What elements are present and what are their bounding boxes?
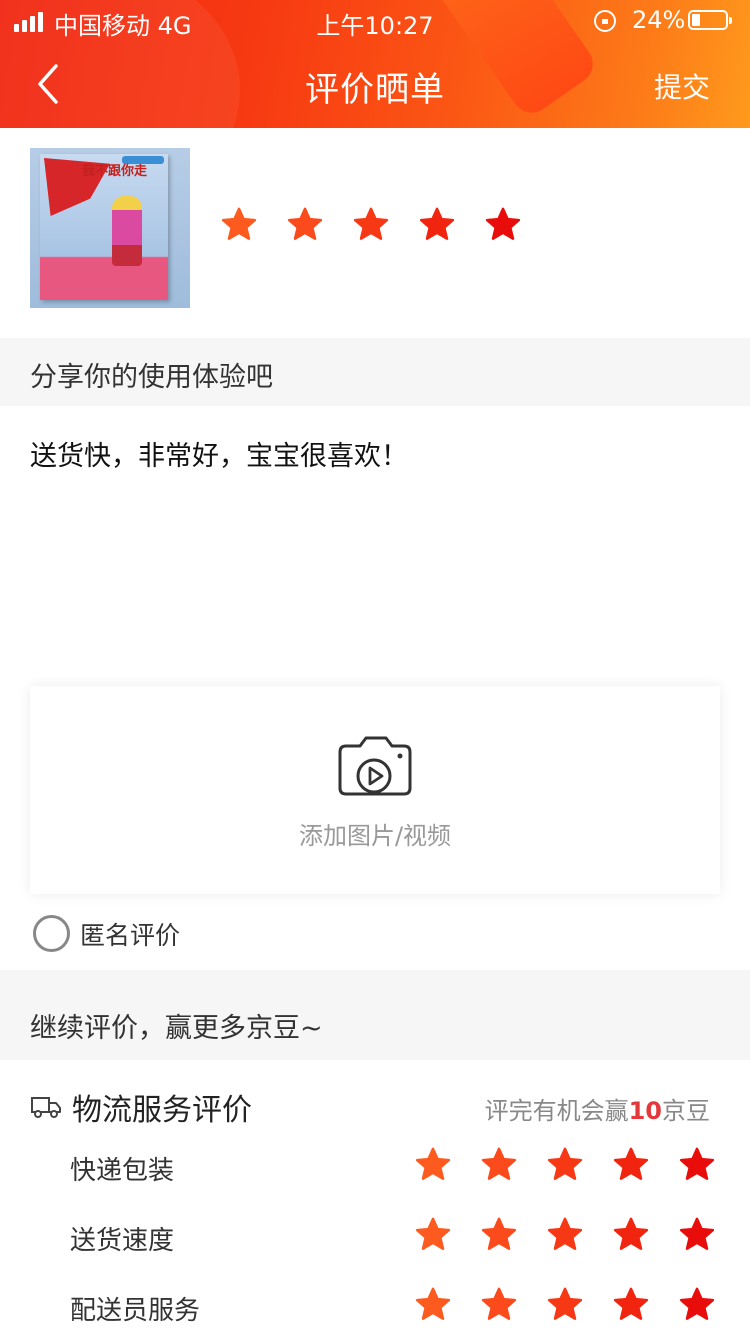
- star-icon[interactable]: [612, 1146, 650, 1184]
- packaging-star-rating[interactable]: [414, 1146, 716, 1184]
- rating-row-packaging: 快递包装: [0, 1140, 750, 1200]
- speed-star-rating[interactable]: [414, 1216, 716, 1254]
- continue-section-header: 继续评价，赢更多京豆~: [0, 970, 750, 1060]
- share-section-header: 分享你的使用体验吧: [0, 338, 750, 406]
- star-icon[interactable]: [678, 1146, 716, 1184]
- share-section-label: 分享你的使用体验吧: [30, 362, 273, 393]
- product-image[interactable]: 我不跟你走: [30, 148, 190, 308]
- status-bar: 中国移动 4G 上午10:27 24%: [0, 0, 750, 40]
- bonus-number: 10: [628, 1097, 662, 1125]
- star-icon[interactable]: [414, 1216, 452, 1254]
- rating-row-courier: 配送员服务: [0, 1280, 750, 1334]
- battery-fill: [692, 14, 700, 26]
- rating-row-label: 快递包装: [70, 1156, 175, 1186]
- product-star-rating[interactable]: [220, 206, 522, 244]
- star-icon[interactable]: [546, 1216, 584, 1254]
- star-icon[interactable]: [414, 1146, 452, 1184]
- courier-star-rating[interactable]: [414, 1286, 716, 1324]
- star-icon[interactable]: [678, 1216, 716, 1254]
- star-icon[interactable]: [546, 1146, 584, 1184]
- logistics-title: 物流服务评价: [72, 1093, 252, 1128]
- star-icon[interactable]: [612, 1216, 650, 1254]
- cover-title: 我不跟你走: [82, 164, 148, 179]
- rotation-lock-icon: [594, 10, 616, 32]
- product-rating-row: 我不跟你走: [0, 128, 750, 338]
- star-icon[interactable]: [418, 206, 456, 244]
- star-icon[interactable]: [286, 206, 324, 244]
- star-icon[interactable]: [480, 1146, 518, 1184]
- star-icon[interactable]: [220, 206, 258, 244]
- rating-row-label: 送货速度: [70, 1226, 175, 1256]
- battery-percent: 24%: [632, 6, 686, 34]
- truck-icon: [31, 1097, 61, 1118]
- rating-row-label: 配送员服务: [70, 1296, 201, 1326]
- star-icon[interactable]: [352, 206, 390, 244]
- bonus-suffix: 京豆: [662, 1097, 710, 1125]
- rating-row-speed: 送货速度: [0, 1210, 750, 1270]
- continue-section-label: 继续评价，赢更多京豆~: [30, 1013, 323, 1044]
- bonus-prefix: 评完有机会赢: [484, 1097, 629, 1125]
- battery-icon: [688, 10, 732, 30]
- star-icon[interactable]: [414, 1286, 452, 1324]
- anonymous-label: 匿名评价: [80, 921, 181, 950]
- add-media-label: 添加图片/视频: [298, 822, 452, 850]
- star-icon[interactable]: [480, 1216, 518, 1254]
- header-bar: 中国移动 4G 上午10:27 24% 评价晒单 提交: [0, 0, 750, 128]
- review-text-input[interactable]: 送货快，非常好，宝宝很喜欢！: [30, 434, 408, 473]
- anonymous-radio[interactable]: [33, 915, 70, 952]
- page-title: 评价晒单: [305, 70, 445, 110]
- star-icon[interactable]: [612, 1286, 650, 1324]
- bonus-hint: 评完有机会赢10京豆: [485, 1091, 710, 1126]
- star-icon[interactable]: [480, 1286, 518, 1324]
- star-icon[interactable]: [484, 206, 522, 244]
- star-icon[interactable]: [546, 1286, 584, 1324]
- camera-video-icon: [338, 736, 412, 796]
- star-icon[interactable]: [678, 1286, 716, 1324]
- submit-button[interactable]: 提交: [654, 66, 710, 106]
- add-media-button[interactable]: 添加图片/视频: [30, 686, 720, 894]
- cover-figure: [112, 196, 142, 266]
